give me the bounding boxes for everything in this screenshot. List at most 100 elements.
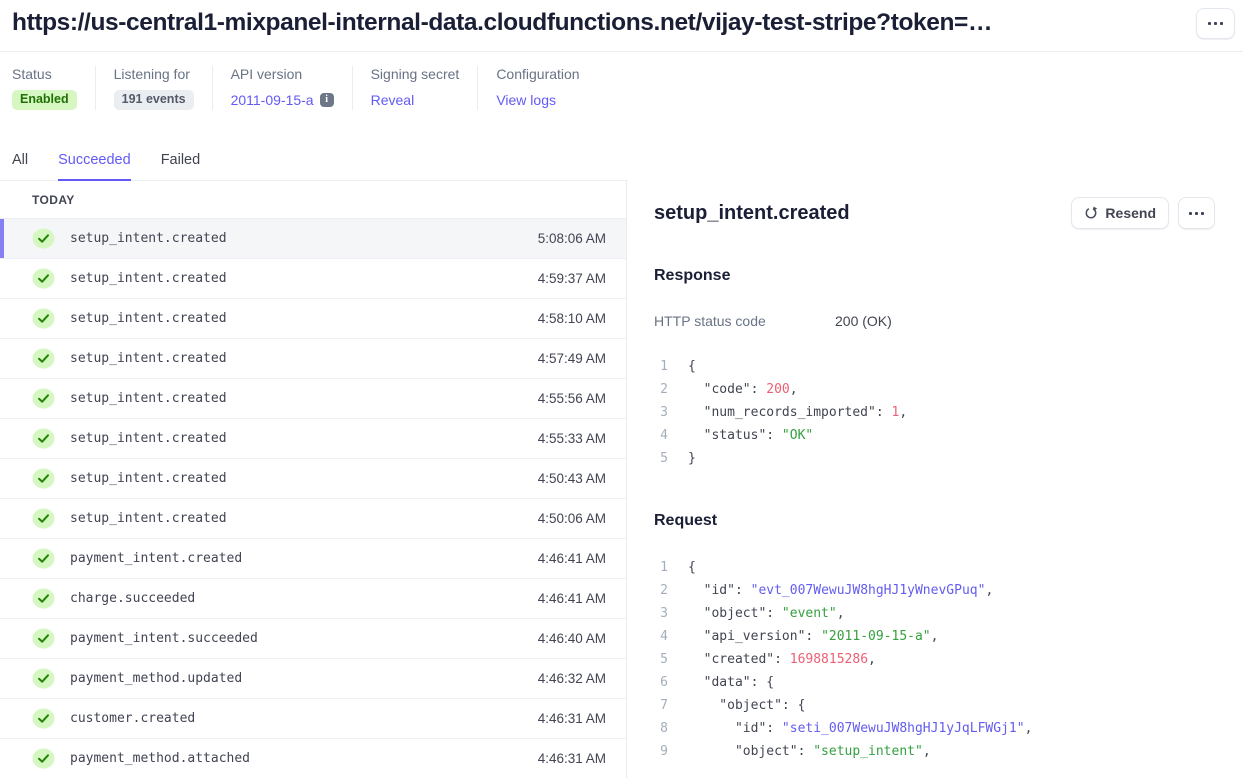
event-time: 4:46:41 AM [538,551,606,566]
endpoint-meta-row: Status Enabled Listening for 191 events … [12,66,616,110]
response-section-heading: Response [654,267,1215,285]
check-circle-icon [32,628,55,649]
event-list-item[interactable]: payment_method.updated 4:46:32 AM [0,659,626,699]
tab-succeeded[interactable]: Succeeded [58,152,131,181]
events-count-badge: 191 events [114,90,194,110]
check-circle-icon [32,348,55,369]
event-list-item[interactable]: customer.created 4:46:31 AM [0,699,626,739]
code-line: 5} [654,447,1215,470]
check-circle-icon [32,388,55,409]
tab-failed[interactable]: Failed [161,152,201,181]
event-list-item[interactable]: setup_intent.created 4:50:06 AM [0,499,626,539]
code-line: 4 "api_version": "2011-09-15-a", [654,625,1215,648]
info-icon: i [320,93,334,107]
code-text: { [688,355,696,378]
event-list-item[interactable]: payment_method.attached 4:46:31 AM [0,739,626,778]
code-text: "code": 200, [688,378,798,401]
check-circle-icon [32,588,55,609]
check-circle-icon [32,468,55,489]
event-time: 4:46:41 AM [538,591,606,606]
ellipsis-icon [1189,212,1204,215]
code-text: { [688,556,696,579]
event-name: setup_intent.created [70,311,227,326]
view-logs-link[interactable]: View logs [496,92,556,108]
check-circle-icon [32,708,55,729]
event-name: customer.created [70,711,195,726]
http-status-value: 200 (OK) [835,313,892,329]
code-line: 6 "data": { [654,671,1215,694]
line-number: 3 [654,602,668,625]
tab-all[interactable]: All [12,152,28,181]
event-list-item[interactable]: charge.succeeded 4:46:41 AM [0,579,626,619]
event-list-item[interactable]: setup_intent.created 4:58:10 AM [0,299,626,339]
event-list-item[interactable]: payment_intent.succeeded 4:46:40 AM [0,619,626,659]
event-list-panel: TODAY setup_intent.created 5:08:06 AM se… [0,181,627,778]
event-list-item[interactable]: setup_intent.created 5:08:06 AM [0,219,626,259]
header-overflow-button[interactable] [1196,8,1235,39]
code-line: 5 "created": 1698815286, [654,648,1215,671]
line-number: 8 [654,717,668,740]
meta-listening-for: Listening for 191 events [114,66,213,110]
check-circle-icon [32,508,55,529]
event-list-item[interactable]: setup_intent.created 4:57:49 AM [0,339,626,379]
ellipsis-icon [1208,22,1223,25]
event-time: 4:46:40 AM [538,631,606,646]
code-text: "num_records_imported": 1, [688,401,907,424]
code-text: "data": { [688,671,774,694]
response-code-block: 1{2 "code": 200,3 "num_records_imported"… [654,355,1215,470]
line-number: 3 [654,401,668,424]
event-name: payment_method.updated [70,671,242,686]
event-name: charge.succeeded [70,591,195,606]
line-number: 4 [654,625,668,648]
reveal-secret-link[interactable]: Reveal [371,92,415,108]
event-time: 4:46:31 AM [538,711,606,726]
meta-api-version: API version 2011-09-15-a i [231,66,353,110]
api-version-link[interactable]: 2011-09-15-a [231,92,314,108]
detail-overflow-button[interactable] [1178,197,1215,229]
event-time: 4:58:10 AM [538,311,606,326]
event-name: payment_intent.created [70,551,242,566]
refresh-icon [1084,206,1098,220]
event-list-item[interactable]: payment_intent.created 4:46:41 AM [0,539,626,579]
event-group-header: TODAY [0,181,626,219]
code-line: 7 "object": { [654,694,1215,717]
code-line: 4 "status": "OK" [654,424,1215,447]
event-detail-header: setup_intent.created Resend [654,197,1215,229]
event-time: 4:59:37 AM [538,271,606,286]
code-line: 3 "num_records_imported": 1, [654,401,1215,424]
event-list-item[interactable]: setup_intent.created 4:55:56 AM [0,379,626,419]
event-list-item[interactable]: setup_intent.created 4:59:37 AM [0,259,626,299]
code-text: "id": "seti_007WewuJW8hgHJ1yJqLFWGj1", [688,717,1032,740]
code-line: 3 "object": "event", [654,602,1215,625]
line-number: 9 [654,740,668,763]
event-name: setup_intent.created [70,391,227,406]
webhook-endpoint-page: https://us-central1-mixpanel-internal-da… [0,0,1243,778]
http-status-label: HTTP status code [654,313,835,329]
code-line: 1{ [654,556,1215,579]
event-group-label: TODAY [32,193,75,207]
api-version-label: API version [231,66,334,82]
code-line: 9 "object": "setup_intent", [654,740,1215,763]
code-text: "object": "setup_intent", [688,740,931,763]
line-number: 2 [654,579,668,602]
meta-configuration: Configuration View logs [496,66,597,110]
code-text: "object": "event", [688,602,845,625]
line-number: 4 [654,424,668,447]
event-time: 4:50:06 AM [538,511,606,526]
check-circle-icon [32,268,55,289]
event-list-item[interactable]: setup_intent.created 4:55:33 AM [0,419,626,459]
check-circle-icon [32,428,55,449]
configuration-label: Configuration [496,66,579,82]
event-detail-panel: setup_intent.created Resend Response HTT… [628,181,1243,778]
code-text: "api_version": "2011-09-15-a", [688,625,938,648]
event-list-item[interactable]: setup_intent.created 4:50:43 AM [0,459,626,499]
event-rows: setup_intent.created 5:08:06 AM setup_in… [0,219,626,778]
event-detail-title: setup_intent.created [654,202,1071,225]
resend-button-label: Resend [1105,205,1156,221]
code-text: "id": "evt_007WewuJW8hgHJ1yWnevGPuq", [688,579,993,602]
resend-button[interactable]: Resend [1071,197,1169,229]
event-name: payment_intent.succeeded [70,631,258,646]
signing-secret-label: Signing secret [371,66,460,82]
event-time: 4:55:56 AM [538,391,606,406]
event-time: 5:08:06 AM [538,231,606,246]
